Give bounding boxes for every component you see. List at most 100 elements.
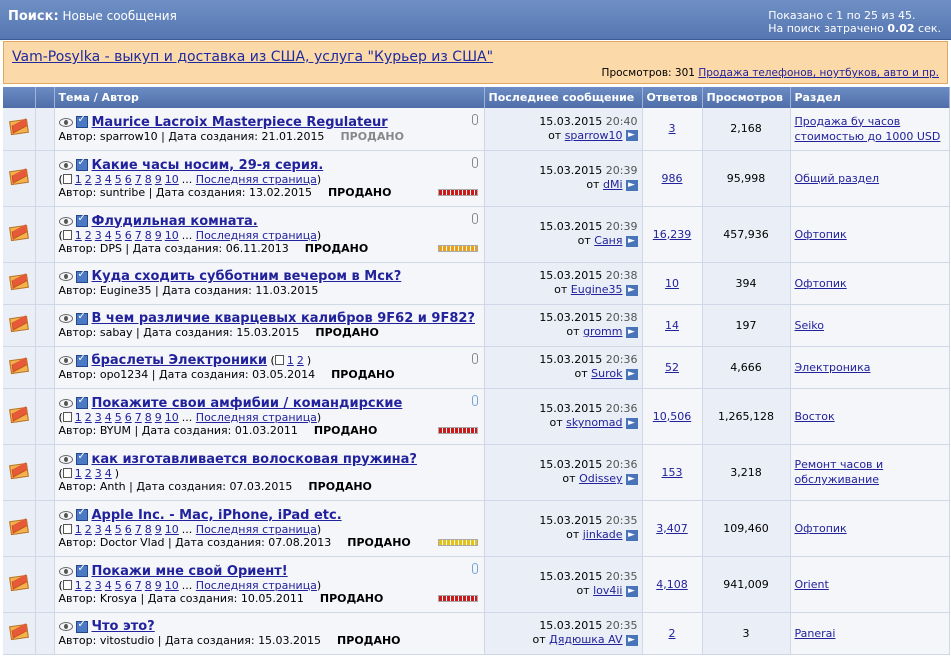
thread-title-link[interactable]: Покажите свои амфибии / командирские: [92, 396, 403, 411]
page-link[interactable]: 6: [125, 173, 132, 186]
view-eye-icon[interactable]: [58, 454, 73, 464]
thread-title-link[interactable]: Какие часы носим, 29-я серия.: [92, 158, 324, 173]
view-eye-icon[interactable]: [58, 216, 73, 226]
forum-link[interactable]: Seiko: [795, 319, 825, 332]
go-to-last-post-icon[interactable]: ►: [625, 585, 638, 597]
last-page-link[interactable]: Последняя страница: [196, 173, 317, 186]
page-link[interactable]: 4: [105, 467, 112, 480]
page-link[interactable]: 5: [115, 173, 122, 186]
page-link[interactable]: 4: [105, 229, 112, 242]
page-link[interactable]: 1: [75, 523, 82, 536]
page-link[interactable]: 1: [75, 173, 82, 186]
go-to-last-post-icon[interactable]: ►: [625, 179, 638, 191]
page-link[interactable]: 2: [85, 523, 92, 536]
page-link[interactable]: 6: [125, 523, 132, 536]
new-posts-envelope-icon[interactable]: [8, 119, 29, 136]
thread-title-link[interactable]: В чем различие кварцевых калибров 9F62 и…: [92, 311, 475, 326]
page-link[interactable]: 9: [155, 411, 162, 424]
replies-count-link[interactable]: 10: [665, 277, 679, 290]
replies-count-link[interactable]: 2: [669, 627, 676, 640]
replies-count-link[interactable]: 14: [665, 319, 679, 332]
last-post-author-link[interactable]: jinkade: [583, 528, 623, 541]
new-posts-envelope-icon[interactable]: [8, 518, 29, 535]
page-link[interactable]: 2: [85, 467, 92, 480]
view-eye-icon[interactable]: [58, 272, 73, 281]
page-link[interactable]: 6: [125, 579, 132, 592]
replies-count-link[interactable]: 10,506: [653, 410, 692, 423]
last-post-author-link[interactable]: Eugine35: [571, 283, 623, 296]
page-link[interactable]: 4: [105, 173, 112, 186]
page-link[interactable]: 10: [165, 173, 179, 186]
replies-count-link[interactable]: 153: [662, 466, 683, 479]
col-replies[interactable]: Ответов: [642, 87, 703, 108]
page-link[interactable]: 5: [115, 523, 122, 536]
view-eye-icon[interactable]: [58, 160, 73, 170]
last-post-author-link[interactable]: Surok: [591, 367, 622, 380]
thread-title-link[interactable]: как изготавливается волосковая пружина?: [92, 452, 417, 467]
replies-count-link[interactable]: 3: [669, 122, 676, 135]
page-link[interactable]: 7: [135, 523, 142, 536]
page-link[interactable]: 3: [95, 229, 102, 242]
page-link[interactable]: 3: [95, 411, 102, 424]
col-topic[interactable]: Тема / Автор: [54, 87, 485, 108]
view-eye-icon[interactable]: [58, 510, 73, 520]
forum-link[interactable]: Электроника: [795, 361, 871, 374]
new-posts-envelope-icon[interactable]: [8, 574, 29, 591]
thread-title-link[interactable]: Apple Inc. - Mac, iPhone, iPad etc.: [92, 508, 342, 523]
view-eye-icon[interactable]: [58, 356, 73, 365]
last-post-author-link[interactable]: lov4ii: [593, 584, 622, 597]
page-link[interactable]: 2: [85, 229, 92, 242]
page-link[interactable]: 8: [145, 173, 152, 186]
page-link[interactable]: 8: [145, 579, 152, 592]
new-posts-envelope-icon[interactable]: [8, 315, 29, 332]
page-link[interactable]: 7: [135, 579, 142, 592]
page-link[interactable]: 3: [95, 173, 102, 186]
view-eye-icon[interactable]: [58, 398, 73, 408]
replies-count-link[interactable]: 4,108: [656, 578, 688, 591]
last-page-link[interactable]: Последняя страница: [196, 229, 317, 242]
page-link[interactable]: 4: [105, 579, 112, 592]
col-views[interactable]: Просмотров: [702, 87, 791, 108]
page-link[interactable]: 5: [115, 411, 122, 424]
page-link[interactable]: 2: [85, 579, 92, 592]
page-link[interactable]: 7: [135, 411, 142, 424]
page-link[interactable]: 5: [115, 579, 122, 592]
page-link[interactable]: 1: [75, 229, 82, 242]
go-to-last-post-icon[interactable]: ►: [625, 529, 638, 541]
new-posts-envelope-icon[interactable]: [8, 462, 29, 479]
new-posts-envelope-icon[interactable]: [8, 406, 29, 423]
page-link[interactable]: 10: [165, 229, 179, 242]
ad-title-link[interactable]: Vam-Posylka - выкуп и доставка из США, у…: [12, 49, 493, 65]
go-to-last-post-icon[interactable]: ►: [625, 473, 638, 485]
last-page-link[interactable]: Последняя страница: [196, 523, 317, 536]
go-to-last-post-icon[interactable]: ►: [625, 235, 638, 247]
last-post-author-link[interactable]: Саня: [594, 234, 622, 247]
forum-link[interactable]: Офтопик: [795, 228, 847, 241]
go-to-last-post-icon[interactable]: ►: [625, 417, 638, 429]
last-post-author-link[interactable]: Дядюшка AV: [549, 633, 622, 646]
replies-count-link[interactable]: 986: [662, 172, 683, 185]
page-link[interactable]: 7: [135, 173, 142, 186]
page-link[interactable]: 1: [287, 354, 294, 367]
page-link[interactable]: 10: [165, 523, 179, 536]
go-to-last-post-icon[interactable]: ►: [625, 634, 638, 646]
new-posts-envelope-icon[interactable]: [8, 168, 29, 185]
page-link[interactable]: 8: [145, 411, 152, 424]
new-posts-envelope-icon[interactable]: [8, 273, 29, 290]
go-to-last-post-icon[interactable]: ►: [625, 326, 638, 338]
page-link[interactable]: 6: [125, 411, 132, 424]
page-link[interactable]: 9: [155, 579, 162, 592]
col-last-post[interactable]: Последнее сообщение: [484, 87, 643, 108]
last-page-link[interactable]: Последняя страница: [196, 411, 317, 424]
view-eye-icon[interactable]: [58, 622, 73, 631]
page-link[interactable]: 4: [105, 411, 112, 424]
last-post-author-link[interactable]: skynomad: [566, 416, 622, 429]
forum-link[interactable]: Восток: [795, 410, 835, 423]
forum-link[interactable]: Ремонт часов и обслуживание: [795, 458, 884, 486]
forum-link[interactable]: Orient: [795, 578, 829, 591]
view-eye-icon[interactable]: [58, 314, 73, 323]
go-to-last-post-icon[interactable]: ►: [625, 284, 638, 296]
forum-link[interactable]: Офтопик: [795, 277, 847, 290]
page-link[interactable]: 8: [145, 229, 152, 242]
page-link[interactable]: 9: [155, 523, 162, 536]
